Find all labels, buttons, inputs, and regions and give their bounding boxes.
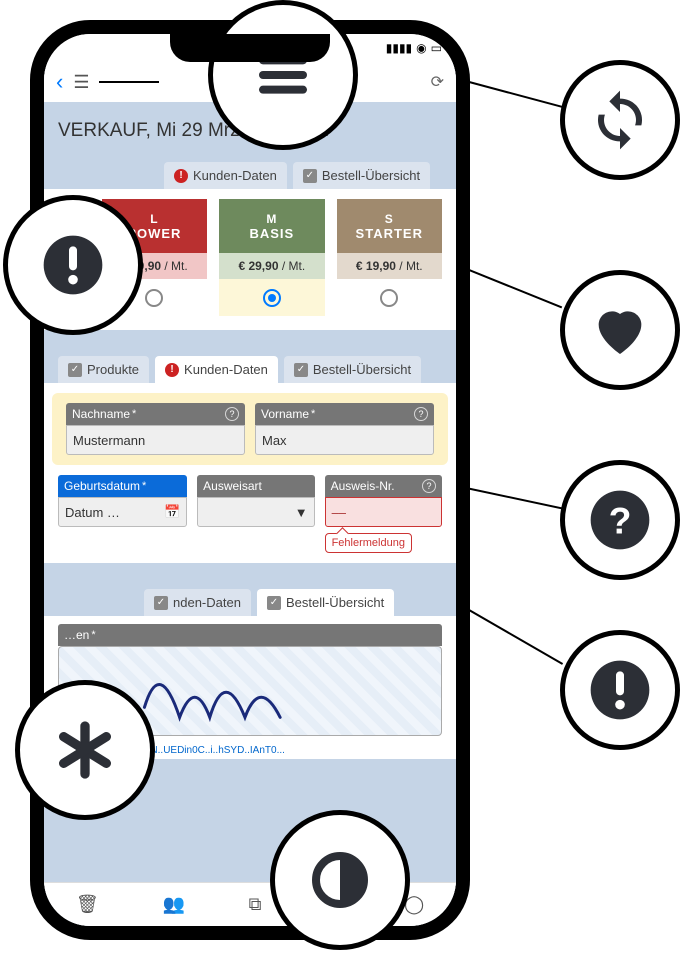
calendar-icon[interactable]: 📅 xyxy=(164,504,180,520)
tab-bestell-uebersicht[interactable]: ✓ Bestell-Übersicht xyxy=(257,589,394,616)
product-s[interactable]: SSTARTER € 19,90 / Mt. xyxy=(337,199,442,316)
alert-icon: ! xyxy=(165,363,179,377)
input-lastname[interactable]: Mustermann xyxy=(66,425,245,455)
trash-icon[interactable]: 🗑 xyxy=(76,894,99,915)
check-icon: ✓ xyxy=(267,596,281,610)
callout-alert-icon xyxy=(3,195,143,335)
tab-bestell-uebersicht[interactable]: ✓ Bestell-Übersicht xyxy=(293,162,430,189)
wifi-icon: ◉ xyxy=(416,41,426,55)
callout-contrast-icon xyxy=(270,810,410,950)
callout-help-icon: ? xyxy=(560,460,680,580)
field-idtype: Ausweisart ▼ xyxy=(197,475,314,553)
select-idtype[interactable]: ▼ xyxy=(197,497,314,527)
tabs-row-2: ✓ Produkte ! Kunden-Daten ✓ Bestell-Über… xyxy=(44,350,456,383)
people-icon[interactable]: 👥 xyxy=(162,894,184,915)
callout-refresh-icon xyxy=(560,60,680,180)
help-icon[interactable]: ? xyxy=(225,407,239,421)
input-dob[interactable]: Datum …📅 xyxy=(58,497,187,527)
callout-heart-icon xyxy=(560,270,680,390)
field-firstname: Vorname*? Max xyxy=(255,403,434,455)
tab-kunden-daten[interactable]: ✓ nden-Daten xyxy=(144,589,251,616)
tab-label: Kunden-Daten xyxy=(184,362,268,377)
field-idnum: Ausweis-Nr.? –– Fehlermeldung xyxy=(325,475,442,553)
tabs-row-3: ✓ nden-Daten ✓ Bestell-Übersicht xyxy=(44,583,456,616)
tab-kunden-daten[interactable]: ! Kunden-Daten xyxy=(164,162,287,189)
copy-icon[interactable]: ⧉ xyxy=(249,894,262,915)
radio-s[interactable] xyxy=(380,289,398,307)
tab-label: Bestell-Übersicht xyxy=(322,168,420,183)
signal-icon: ▮▮▮▮ xyxy=(386,41,412,55)
title-redacted xyxy=(99,81,159,83)
battery-icon: ▭ xyxy=(431,41,442,55)
tab-kunden-daten[interactable]: ! Kunden-Daten xyxy=(155,356,278,383)
refresh-button[interactable]: ⟳ xyxy=(431,72,444,92)
radio-m[interactable] xyxy=(263,289,281,307)
product-m[interactable]: MBASIS € 29,90 / Mt. xyxy=(219,199,324,316)
callout-alert-icon xyxy=(560,630,680,750)
field-lastname: Nachname*? Mustermann xyxy=(66,403,245,455)
check-icon: ✓ xyxy=(294,363,308,377)
alert-icon: ! xyxy=(174,169,188,183)
help-icon[interactable]: ? xyxy=(414,407,428,421)
tab-label: Bestell-Übersicht xyxy=(286,595,384,610)
callout-menu-icon xyxy=(208,0,358,150)
input-firstname[interactable]: Max xyxy=(255,425,434,455)
input-idnum[interactable]: –– xyxy=(325,497,442,527)
tab-label: Produkte xyxy=(87,362,139,377)
tab-label: Kunden-Daten xyxy=(193,168,277,183)
check-icon: ✓ xyxy=(303,169,317,183)
radio-l[interactable] xyxy=(145,289,163,307)
svg-text:?: ? xyxy=(609,499,632,541)
error-badge: Fehlermeldung xyxy=(325,533,412,553)
field-dob: Geburtsdatum* Datum …📅 xyxy=(58,475,187,553)
check-icon: ✓ xyxy=(68,363,82,377)
list-icon[interactable]: ☰ xyxy=(73,72,89,93)
tabs-row-1: ! Kunden-Daten ✓ Bestell-Übersicht xyxy=(44,156,456,189)
tab-produkte[interactable]: ✓ Produkte xyxy=(58,356,149,383)
tab-label: Bestell-Übersicht xyxy=(313,362,411,377)
notch xyxy=(170,34,330,62)
tab-bestell-uebersicht[interactable]: ✓ Bestell-Übersicht xyxy=(284,356,421,383)
tab-label: nden-Daten xyxy=(173,595,241,610)
check-icon: ✓ xyxy=(154,596,168,610)
chevron-down-icon: ▼ xyxy=(295,505,308,520)
callout-asterisk-icon xyxy=(15,680,155,820)
help-icon[interactable]: ? xyxy=(422,479,436,493)
back-button[interactable]: ‹ xyxy=(56,69,63,95)
